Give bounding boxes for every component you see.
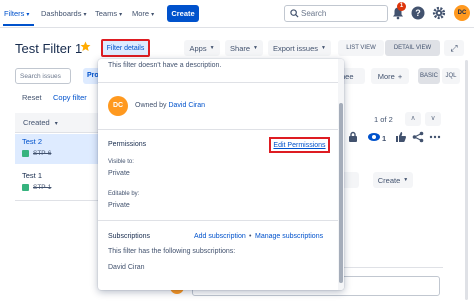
create-subtask-button[interactable]: Create ▼ (373, 172, 413, 188)
chevron-down-icon: ▾ (54, 121, 58, 127)
page-title: Test Filter 1 (15, 41, 83, 56)
watch-count: 1 (382, 134, 387, 143)
expand-icon[interactable]: ⤢ (444, 40, 464, 56)
chevron-down-icon: ▼ (253, 45, 258, 51)
user-avatar[interactable]: DC (454, 5, 470, 21)
issue-key-row: STP-6 (22, 150, 91, 157)
editable-by-value: Private (108, 202, 130, 209)
apps-label: Apps (189, 43, 207, 53)
issue-title: Test 2 (22, 137, 43, 146)
more-icon[interactable] (429, 131, 441, 143)
owner-name-link[interactable]: David Ciran (168, 102, 205, 109)
svg-text:?: ? (415, 8, 421, 18)
eye-icon[interactable] (367, 131, 381, 143)
lock-icon[interactable] (347, 131, 359, 143)
global-search-input[interactable]: Search (284, 5, 388, 22)
gear-icon[interactable] (431, 5, 447, 21)
star-icon[interactable] (80, 41, 91, 52)
detail-view-toggle[interactable]: DETAIL VIEW (385, 40, 440, 56)
popup-scrollbar-thumb[interactable] (339, 103, 343, 283)
search-placeholder: Search (301, 9, 327, 18)
previous-issue-button[interactable]: ∧ (405, 112, 421, 126)
list-divider (15, 200, 98, 201)
export-label: Export issues (273, 43, 319, 53)
filter-description: This filter doesn't have a description. (108, 62, 222, 69)
thumbs-up-icon[interactable] (395, 131, 407, 143)
reset-link[interactable]: Reset (22, 93, 42, 102)
story-icon (22, 184, 29, 191)
permissions-heading: Permissions (108, 141, 147, 148)
help-icon[interactable]: ? (410, 5, 426, 21)
next-issue-button[interactable]: ∨ (425, 112, 441, 126)
share-label: Share (230, 43, 251, 53)
issue-list-item[interactable]: Test 1 STP-1 (15, 168, 98, 198)
owned-by-label: Owned by (135, 102, 167, 109)
chevron-down-icon: ▾ (151, 12, 155, 18)
nav-dashboards-label: Dashboards (41, 9, 82, 18)
nav-active-indicator (3, 24, 34, 26)
create-button[interactable]: Create (167, 5, 199, 22)
edit-permissions-link[interactable]: Edit Permissions (269, 137, 330, 153)
visible-to-value: Private (108, 170, 130, 177)
issue-key: STP-1 (33, 184, 52, 191)
nav-teams[interactable]: Teams ▾ (95, 9, 122, 18)
more-filters-label: More (377, 71, 395, 81)
plus-icon: + (397, 71, 403, 81)
issue-search-input[interactable]: Search issues (15, 68, 71, 84)
popup-divider (98, 129, 338, 130)
link-separator: • (249, 233, 252, 240)
create-subtask-label: Create (377, 175, 401, 185)
pagination-text: 1 of 2 (374, 115, 393, 124)
share-button[interactable]: Share ▼ (225, 40, 263, 56)
chevron-down-icon: ▾ (26, 12, 30, 18)
basic-mode-toggle[interactable]: BASIC (418, 68, 440, 84)
chevron-down-icon: ▼ (403, 177, 409, 183)
chevron-down-icon: ▼ (321, 45, 326, 51)
sort-label: Created (23, 118, 50, 127)
subscriptions-text: This filter has the following subscripti… (108, 248, 236, 255)
jql-mode-toggle[interactable]: JQL (442, 68, 460, 84)
chevron-down-icon: ▾ (119, 12, 123, 18)
search-icon (290, 9, 299, 18)
issue-key: STP-6 (33, 150, 52, 157)
filter-details-popup: This filter doesn't have a description. … (98, 59, 344, 290)
issue-list-item[interactable]: Test 2 STP-6 (15, 134, 98, 164)
owner-line: Owned by David Ciran (135, 102, 205, 109)
visible-to-label: Visible to: (108, 159, 134, 165)
share-icon[interactable] (412, 131, 424, 143)
jira-filter-page: Filters ▾ Dashboards ▾ Teams ▾ More ▾ Create… (0, 0, 474, 302)
apps-button[interactable]: Apps ▼ (184, 40, 220, 56)
nav-more[interactable]: More ▾ (132, 9, 154, 18)
nav-more-label: More (132, 9, 150, 18)
nav-filters[interactable]: Filters ▾ (4, 9, 29, 18)
nav-teams-label: Teams (95, 9, 118, 18)
page-scrollbar[interactable] (465, 60, 468, 300)
popup-divider (98, 220, 338, 221)
export-issues-button[interactable]: Export issues ▼ (268, 40, 331, 56)
issue-title: Test 1 (22, 171, 43, 180)
nav-filters-label: Filters (4, 9, 25, 18)
manage-subscriptions-link[interactable]: Manage subscriptions (255, 233, 323, 240)
owner-avatar: DC (108, 96, 128, 116)
subscriber-name: David Ciran (108, 264, 145, 271)
list-view-toggle[interactable]: LIST VIEW (338, 40, 384, 56)
chevron-down-icon: ▾ (83, 12, 87, 18)
copy-filter-link[interactable]: Copy filter (53, 93, 87, 102)
chevron-down-icon: ▼ (209, 45, 215, 51)
detail-view-label: DETAIL VIEW (393, 45, 432, 51)
filter-details-button[interactable]: Filter details (101, 39, 150, 57)
sort-dropdown[interactable]: Created ▾ (15, 113, 98, 133)
subscriptions-heading: Subscriptions (108, 233, 151, 240)
project-filter-button[interactable]: Pro (83, 68, 99, 84)
add-subscription-link[interactable]: Add subscription (194, 233, 246, 240)
story-icon (22, 150, 29, 157)
more-filters-button[interactable]: More + (371, 68, 409, 84)
popup-divider (98, 82, 338, 83)
nav-dashboards[interactable]: Dashboards ▾ (41, 9, 86, 18)
editable-by-label: Editable by: (108, 191, 140, 197)
top-navigation: Filters ▾ Dashboards ▾ Teams ▾ More ▾ Create… (0, 0, 474, 28)
issue-key-row: STP-1 (22, 184, 91, 191)
list-view-label: LIST VIEW (346, 45, 376, 51)
notification-badge: 1 (397, 2, 406, 11)
